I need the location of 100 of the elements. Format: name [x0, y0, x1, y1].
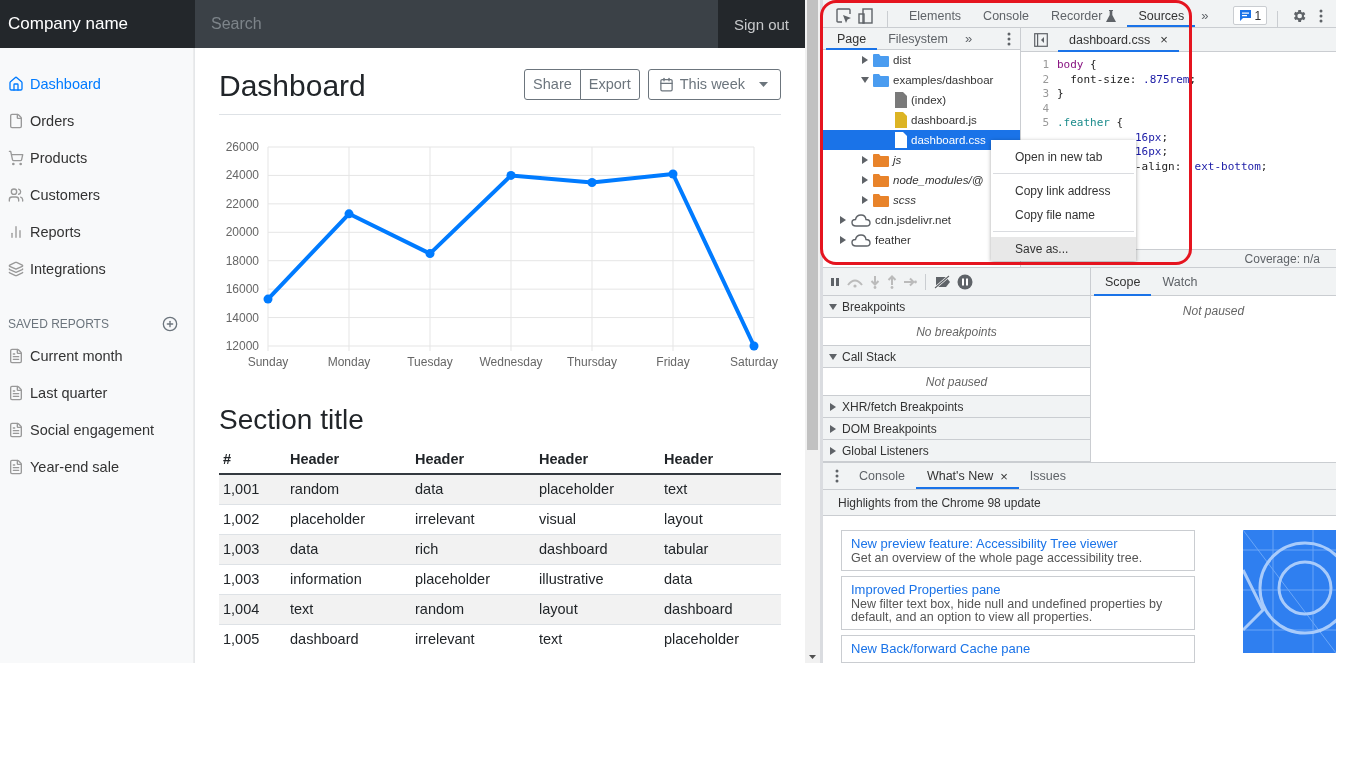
code-line: 16px;	[1135, 145, 1169, 160]
expanded-arrow-icon[interactable]	[861, 76, 869, 84]
collapsed-arrow-icon[interactable]	[839, 216, 847, 224]
scroll-down-arrow-icon[interactable]	[809, 655, 816, 659]
table-cell: 1,003	[219, 564, 286, 594]
axis-label: Sunday	[247, 355, 289, 369]
news-title[interactable]: New preview feature: Accessibility Tree viewer	[851, 535, 1185, 552]
collapsed-arrow-icon[interactable]	[861, 156, 869, 164]
tree-item[interactable]: examples/dashboar	[823, 70, 1020, 90]
tree-item[interactable]: dashboard.css	[823, 130, 1020, 150]
bar-chart-icon	[8, 223, 24, 240]
panel-tab[interactable]: Recorder	[1040, 4, 1128, 27]
menu-item[interactable]: Open in new tab	[991, 145, 1136, 169]
drawer-tab[interactable]: Issues	[1018, 463, 1077, 489]
code-line: body {	[1057, 58, 1097, 73]
close-icon[interactable]: ×	[1000, 468, 1008, 484]
collapsed-arrow-icon[interactable]	[829, 446, 837, 455]
cloud-icon	[851, 233, 871, 247]
table-cell: text	[286, 594, 411, 624]
collapsed-arrow-icon[interactable]	[829, 424, 837, 433]
close-icon[interactable]: ×	[1160, 32, 1168, 47]
pane-tab[interactable]: Watch	[1151, 267, 1209, 296]
table-cell: random	[411, 594, 535, 624]
drawer-tab[interactable]: Console	[848, 463, 916, 489]
menu-item[interactable]: Save as...	[991, 237, 1136, 261]
menu-item[interactable]: Copy link address	[991, 179, 1136, 203]
data-point	[587, 178, 597, 188]
pause-icon[interactable]	[829, 275, 841, 288]
report-link[interactable]: Current month	[0, 337, 194, 374]
line-number: 4	[1041, 101, 1050, 116]
more-tabs[interactable]: »	[1195, 8, 1215, 23]
pane-tab[interactable]: Scope	[1094, 267, 1152, 296]
nav-link[interactable]: Dashboard	[0, 65, 194, 102]
nav-link[interactable]: Integrations	[0, 250, 194, 287]
section-heading: SAVED REPORTS	[8, 317, 109, 331]
page-scrollbar[interactable]	[805, 0, 820, 663]
line-number: 3	[1041, 87, 1050, 102]
axis-label: 14000	[225, 310, 259, 325]
table-cell: irrelevant	[411, 504, 535, 534]
table-cell: 1,003	[219, 534, 286, 564]
panel-tab[interactable]: Elements	[898, 4, 973, 27]
news-title[interactable]: New Back/forward Cache pane	[851, 640, 1185, 657]
report-link[interactable]: Year-end sale	[0, 448, 194, 485]
collapsed-arrow-icon[interactable]	[861, 176, 869, 184]
pause-exceptions-icon[interactable]	[957, 273, 973, 290]
collapsed-arrow-icon[interactable]	[861, 56, 869, 64]
table-cell: data	[286, 534, 411, 564]
expanded-arrow-icon[interactable]	[829, 302, 837, 311]
drawer-tab[interactable]: What's New ×	[915, 463, 1019, 489]
nav-link[interactable]: Customers	[0, 176, 194, 213]
data-point	[263, 294, 273, 304]
nav-link[interactable]: Orders	[0, 102, 194, 139]
navigator-tab[interactable]: Filesystem	[877, 27, 959, 50]
table-cell: visual	[535, 504, 660, 534]
code-line: .feather {	[1057, 116, 1124, 131]
empty-message: No breakpoints	[916, 324, 997, 339]
report-link[interactable]: Social engagement	[0, 411, 194, 448]
collapsed-arrow-icon[interactable]	[829, 402, 837, 411]
axis-label: 18000	[225, 253, 259, 268]
action-button[interactable]: Export	[579, 68, 640, 100]
tree-item[interactable]: dist	[823, 50, 1020, 70]
panel-tab[interactable]: Sources	[1127, 4, 1196, 27]
table-cell: 1,002	[219, 504, 286, 534]
period-dropdown[interactable]: This week	[647, 68, 781, 100]
table-cell: tabular	[660, 534, 781, 564]
news-title[interactable]: Improved Properties pane	[851, 581, 1185, 598]
menu-item[interactable]: Copy file name	[991, 203, 1136, 227]
empty-message: Not paused	[925, 374, 988, 389]
brand-name[interactable]: Company name	[0, 0, 195, 48]
navigator-tab[interactable]: Page	[826, 27, 878, 50]
tree-item[interactable]: dashboard.js	[823, 110, 1020, 130]
message-icon	[1238, 9, 1252, 22]
panel-tab[interactable]: Console	[972, 4, 1040, 27]
collapsed-arrow-icon[interactable]	[861, 196, 869, 204]
code-line: 16px;	[1135, 130, 1169, 145]
collapsed-arrow-icon[interactable]	[839, 236, 847, 244]
nav-icon	[8, 75, 24, 92]
nav-icon	[8, 149, 24, 166]
sign-out-link[interactable]: Sign out	[718, 0, 805, 48]
issues-button[interactable]: 1	[1232, 6, 1268, 25]
table-cell: 1,004	[219, 594, 286, 624]
action-button[interactable]: Share	[524, 68, 581, 100]
table-cell: placeholder	[411, 564, 535, 594]
nav-icon	[8, 112, 24, 129]
table-cell: data	[411, 474, 535, 504]
add-icon[interactable]	[162, 316, 178, 332]
expanded-arrow-icon[interactable]	[829, 352, 837, 361]
axis-label: 16000	[225, 282, 259, 297]
axis-label: 26000	[225, 140, 259, 154]
more-tabs[interactable]: »	[958, 31, 979, 46]
nav-link[interactable]: Reports	[0, 213, 194, 250]
calendar-icon	[658, 76, 674, 92]
axis-label: Thursday	[567, 355, 617, 369]
search-field[interactable]: Search	[195, 0, 718, 48]
deactivate-breakpoints-icon[interactable]	[934, 274, 952, 289]
section-title: Section title	[219, 403, 365, 437]
report-link[interactable]: Last quarter	[0, 374, 194, 411]
table-cell: text	[660, 474, 781, 504]
nav-link[interactable]: Products	[0, 139, 194, 176]
tree-item[interactable]: (index)	[823, 90, 1020, 110]
